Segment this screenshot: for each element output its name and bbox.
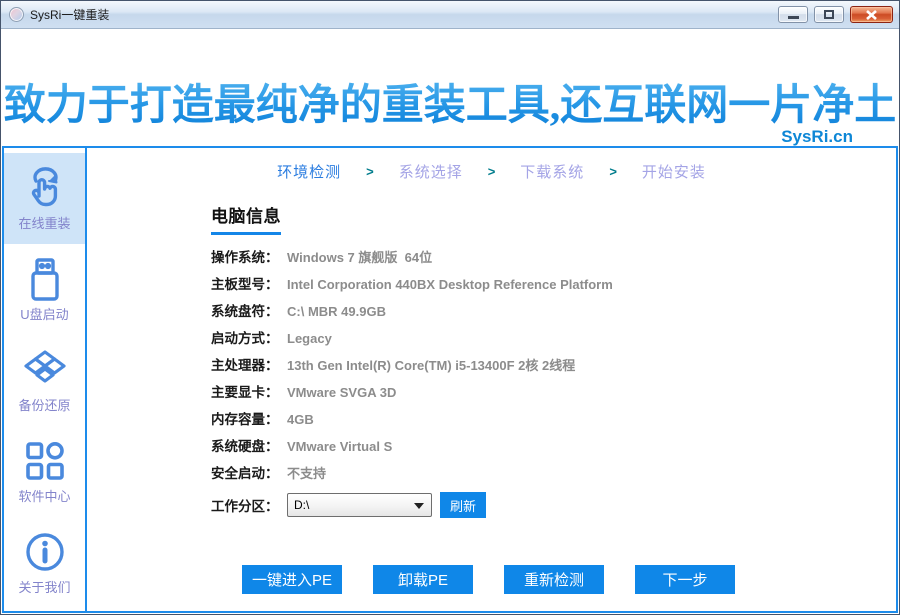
info-value: 4GB bbox=[287, 412, 314, 427]
info-value: Intel Corporation 440BX Desktop Referenc… bbox=[287, 277, 613, 292]
content-panel: 环境检测 > 系统选择 > 下载系统 > 开始安装 电脑信息 操作系统： Win… bbox=[87, 148, 896, 611]
section-title-underline bbox=[211, 232, 281, 235]
info-row-boot-mode: 启动方式： Legacy bbox=[211, 330, 896, 348]
slogan-text: 致力于打造最纯净的重装工具,还互联网一片净土 bbox=[1, 71, 899, 132]
sidebar-item-usb-boot[interactable]: U盘启动 bbox=[4, 244, 85, 335]
info-row-memory: 内存容量： 4GB bbox=[211, 411, 896, 429]
step-separator-icon: > bbox=[366, 164, 374, 179]
step-separator-icon: > bbox=[609, 164, 617, 179]
main-area: 在线重装 U盘启动 备份还原 软件中心 关于我们 环境检测 > 系统选择 > 下… bbox=[2, 146, 898, 613]
maximize-button[interactable] bbox=[814, 6, 844, 23]
online-reinstall-icon bbox=[31, 167, 58, 207]
close-button[interactable] bbox=[850, 6, 893, 23]
info-value: 13th Gen Intel(R) Core(TM) i5-13400F 2核 … bbox=[287, 358, 576, 373]
usb-boot-icon bbox=[30, 258, 59, 301]
info-row-gpu: 主要显卡： VMware SVGA 3D bbox=[211, 384, 896, 402]
chevron-down-icon bbox=[414, 503, 424, 509]
section-title-wrap: 电脑信息 bbox=[211, 202, 896, 235]
uninstall-pe-button[interactable]: 卸载PE bbox=[373, 565, 473, 594]
info-label: 操作系统： bbox=[211, 250, 279, 265]
recheck-button[interactable]: 重新检测 bbox=[504, 565, 604, 594]
info-value: VMware Virtual S bbox=[287, 439, 393, 454]
step-env-check: 环境检测 bbox=[277, 164, 342, 181]
info-value: Legacy bbox=[287, 331, 332, 346]
action-button-bar: 一键进入PE 卸载PE 重新检测 下一步 bbox=[242, 565, 735, 594]
info-row-hard-disk: 系统硬盘： VMware Virtual S bbox=[211, 438, 896, 456]
app-window: SysRi一键重装 致力于打造最纯净的重装工具,还互联网一片净土 SysRi.c… bbox=[0, 0, 900, 615]
sidebar-item-backup-restore[interactable]: 备份还原 bbox=[4, 335, 85, 426]
info-value: 不支持 bbox=[287, 466, 327, 481]
software-center-icon bbox=[25, 442, 64, 480]
info-label: 启动方式： bbox=[211, 331, 279, 346]
window-controls bbox=[778, 6, 893, 23]
info-value: C:\ MBR 49.9GB bbox=[287, 304, 386, 319]
info-row-cpu: 主处理器： 13th Gen Intel(R) Core(TM) i5-1340… bbox=[211, 357, 896, 375]
info-label: 主板型号： bbox=[211, 277, 279, 292]
info-row-secure-boot: 安全启动： 不支持 bbox=[211, 465, 896, 483]
info-label: 系统盘符： bbox=[211, 304, 279, 319]
sidebar: 在线重装 U盘启动 备份还原 软件中心 关于我们 bbox=[4, 148, 87, 611]
sidebar-item-about-us[interactable]: 关于我们 bbox=[4, 517, 85, 608]
info-label: 安全启动： bbox=[211, 466, 279, 481]
header-banner: 致力于打造最纯净的重装工具,还互联网一片净土 SysRi.cn bbox=[1, 29, 899, 146]
info-label: 主处理器： bbox=[211, 358, 279, 373]
sidebar-item-label: 备份还原 bbox=[18, 398, 71, 413]
info-label: 主要显卡： bbox=[211, 385, 279, 400]
site-label: SysRi.cn bbox=[781, 127, 853, 146]
info-label: 内存容量： bbox=[211, 412, 279, 427]
step-download-system: 下载系统 bbox=[520, 164, 585, 181]
step-separator-icon: > bbox=[487, 164, 496, 179]
next-step-button[interactable]: 下一步 bbox=[635, 565, 735, 594]
sidebar-item-label: 软件中心 bbox=[18, 489, 71, 504]
window-title: SysRi一键重装 bbox=[30, 8, 110, 22]
enter-pe-button[interactable]: 一键进入PE bbox=[242, 565, 342, 594]
info-row-os: 操作系统： Windows 7 旗舰版 64位 bbox=[211, 249, 896, 267]
backup-restore-icon bbox=[23, 350, 66, 383]
sidebar-item-online-reinstall[interactable]: 在线重装 bbox=[4, 153, 85, 244]
info-row-motherboard: 主板型号： Intel Corporation 440BX Desktop Re… bbox=[211, 276, 896, 294]
sidebar-item-software-center[interactable]: 软件中心 bbox=[4, 426, 85, 517]
refresh-button[interactable]: 刷新 bbox=[440, 492, 486, 518]
minimize-icon bbox=[787, 16, 799, 19]
minimize-button[interactable] bbox=[778, 6, 808, 23]
sidebar-item-label: 在线重装 bbox=[18, 216, 71, 231]
maximize-icon bbox=[824, 10, 834, 19]
app-logo-icon bbox=[9, 7, 24, 22]
info-value: Windows 7 旗舰版 64位 bbox=[287, 250, 433, 265]
step-breadcrumb: 环境检测 > 系统选择 > 下载系统 > 开始安装 bbox=[87, 161, 896, 182]
info-row-system-drive: 系统盘符： C:\ MBR 49.9GB bbox=[211, 303, 896, 321]
work-partition-row: 工作分区： D:\ 刷新 bbox=[211, 492, 896, 518]
section-title: 电脑信息 bbox=[211, 207, 281, 226]
about-us-icon bbox=[25, 533, 64, 571]
sidebar-item-label: 关于我们 bbox=[18, 580, 71, 595]
step-start-install: 开始安装 bbox=[641, 164, 706, 181]
info-label: 系统硬盘： bbox=[211, 439, 279, 454]
info-label: 工作分区： bbox=[211, 499, 279, 514]
partition-select[interactable]: D:\ bbox=[287, 493, 432, 517]
info-value: VMware SVGA 3D bbox=[287, 385, 397, 400]
title-bar: SysRi一键重装 bbox=[1, 1, 899, 29]
sidebar-item-label: U盘启动 bbox=[20, 307, 69, 322]
close-icon bbox=[866, 9, 877, 20]
partition-selected-value: D:\ bbox=[294, 498, 310, 512]
step-system-select: 系统选择 bbox=[398, 164, 463, 181]
